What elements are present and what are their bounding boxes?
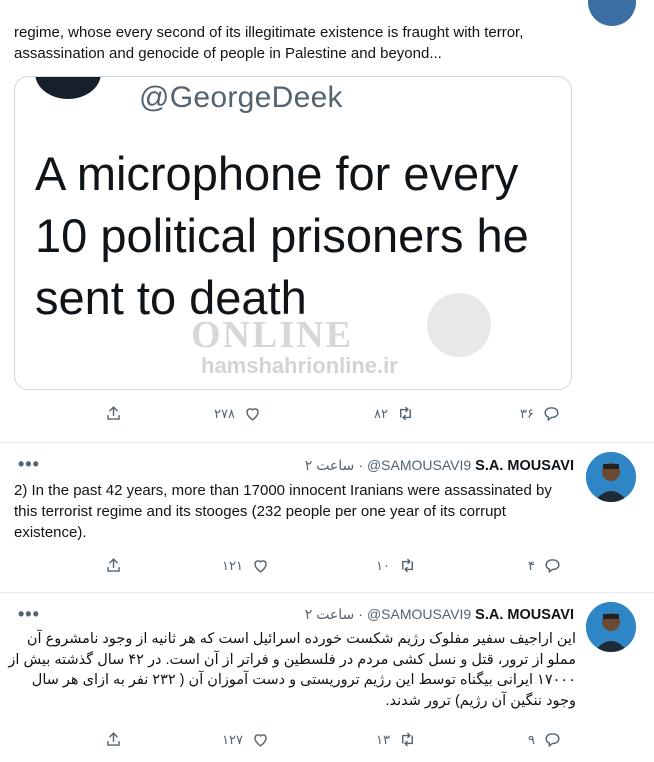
- user-handle[interactable]: @SAMOUSAVI9: [367, 606, 471, 622]
- tweet-time[interactable]: ۲ ساعت: [305, 457, 355, 474]
- heart-icon: [254, 734, 267, 747]
- avatar-photo: [586, 452, 636, 502]
- tweet-text: این اراجیف سفیر مفلوک رژیم شکست خورده اس…: [8, 631, 576, 709]
- divider: [0, 592, 654, 593]
- tweet-header: ۲ ساعت · @SAMOUSAVI9 S.A. MOUSAVI: [258, 457, 574, 474]
- retweet-button[interactable]: ۱۰: [376, 556, 417, 575]
- like-button[interactable]: ۱۲۱: [222, 556, 270, 575]
- avatar-photo: [586, 602, 636, 652]
- share-icon: [107, 558, 120, 572]
- reply-count: ۹: [528, 731, 535, 747]
- reply-button[interactable]: ۹: [528, 730, 562, 749]
- share-button[interactable]: [104, 556, 123, 575]
- avatar[interactable]: [586, 452, 636, 502]
- share-button[interactable]: [104, 404, 123, 423]
- reply-button[interactable]: ۳۶: [520, 404, 561, 423]
- watermark-site: hamshahrionline.ir: [201, 353, 398, 378]
- share-button[interactable]: [104, 730, 123, 749]
- retweet-button[interactable]: ۱۳: [376, 730, 417, 749]
- retweet-count: ۸۲: [374, 405, 388, 421]
- quoted-avatar: [35, 77, 101, 99]
- quoted-handle: @GeorgeDeek: [139, 81, 343, 114]
- like-button[interactable]: ۱۲۷: [222, 730, 270, 749]
- reply-count: ۳۶: [520, 405, 534, 421]
- avatar-partial[interactable]: [588, 0, 636, 26]
- separator: ·: [358, 606, 363, 622]
- retweet-icon: [402, 558, 413, 573]
- avatar[interactable]: [586, 602, 636, 652]
- divider: [0, 442, 654, 443]
- quoted-image-card[interactable]: @GeorgeDeek A microphone for every 10 po…: [14, 76, 572, 390]
- tweet-time[interactable]: ۲ ساعت: [305, 606, 355, 623]
- tweet-text: regime, whose every second of its illegi…: [14, 24, 524, 62]
- share-icon: [107, 406, 120, 420]
- like-count: ۱۲۱: [222, 557, 243, 573]
- like-count: ۲۷۸: [214, 405, 235, 421]
- watermark-emblem: [427, 293, 491, 357]
- tweet-text: 2) In the past 42 years, more than 17000…: [14, 482, 552, 541]
- more-options-button[interactable]: •••: [18, 454, 40, 475]
- user-name[interactable]: S.A. MOUSAVI: [475, 607, 574, 623]
- retweet-icon: [402, 732, 413, 747]
- reply-button[interactable]: ۴: [528, 556, 562, 575]
- retweet-count: ۱۳: [376, 731, 390, 747]
- heart-icon: [254, 560, 267, 573]
- separator: ·: [358, 457, 363, 473]
- user-handle[interactable]: @SAMOUSAVI9: [367, 457, 471, 473]
- retweet-icon: [400, 406, 411, 421]
- reply-icon: [545, 559, 560, 574]
- user-name[interactable]: S.A. MOUSAVI: [475, 458, 574, 474]
- watermark-logo: ONLINE: [191, 314, 353, 356]
- heart-icon: [246, 408, 259, 421]
- retweet-count: ۱۰: [376, 557, 390, 573]
- like-count: ۱۲۷: [222, 731, 243, 747]
- tweet-header: ۲ ساعت · @SAMOUSAVI9 S.A. MOUSAVI: [258, 606, 574, 623]
- reply-count: ۴: [528, 557, 535, 573]
- more-options-button[interactable]: •••: [18, 604, 40, 625]
- like-button[interactable]: ۲۷۸: [214, 404, 262, 423]
- share-icon: [107, 732, 120, 746]
- reply-icon: [545, 733, 560, 748]
- reply-icon: [544, 407, 559, 422]
- retweet-button[interactable]: ۸۲: [374, 404, 415, 423]
